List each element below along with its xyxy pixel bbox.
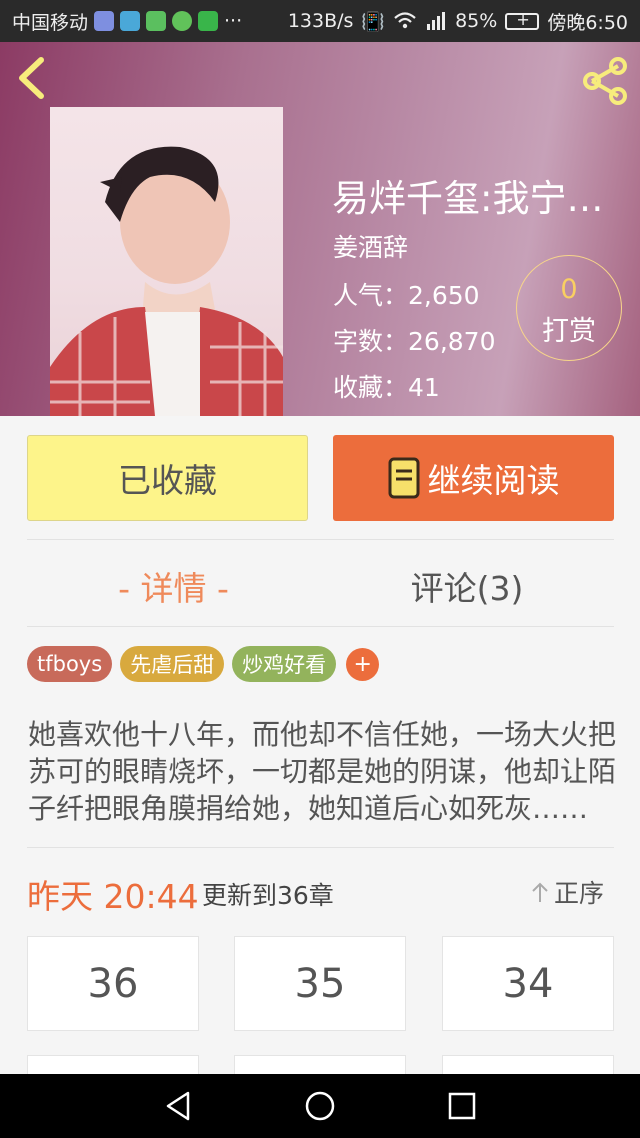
signal-icon [427, 12, 446, 30]
book-icon [388, 457, 419, 499]
wifi-icon [394, 12, 416, 29]
vibrate-icon: 📳 [361, 10, 386, 33]
book-cover[interactable] [50, 107, 283, 416]
arrow-up-icon [532, 882, 548, 902]
book-title: 易烊千玺:我宁愿你从未出现 [332, 177, 632, 220]
favorites-stat: 收藏：41 [333, 368, 440, 404]
word-count-stat: 字数：26,870 [333, 322, 496, 358]
book-author[interactable]: 姜酒辞 [333, 228, 408, 264]
music-app-icon [94, 11, 115, 31]
play-app-icon [146, 11, 167, 31]
reward-button[interactable]: 0 打赏 [516, 255, 622, 361]
system-nav-bar [0, 1074, 640, 1138]
tag-item[interactable]: 炒鸡好看 [232, 646, 337, 682]
cover-illustration [50, 146, 283, 416]
photo-app-icon [120, 11, 141, 31]
word-count-label: 字数： [333, 327, 409, 356]
word-count-value: 26,870 [408, 327, 496, 356]
triangle-back-icon[interactable] [160, 1088, 196, 1124]
chapter-item[interactable]: 34 [442, 936, 614, 1031]
tab-comments[interactable]: 评论(3) [320, 548, 614, 624]
battery-percent: 85% [455, 10, 498, 32]
tag-item[interactable]: tfboys [27, 646, 113, 682]
battery-icon [505, 10, 540, 30]
divider [27, 539, 614, 540]
popularity-stat: 人气：2,650 [333, 276, 480, 312]
tab-detail[interactable]: - 详情 - [27, 548, 320, 624]
back-arrow-icon[interactable] [14, 56, 50, 100]
continue-reading-label: 继续阅读 [427, 461, 560, 500]
reward-count: 0 [560, 274, 578, 305]
popularity-value: 2,650 [408, 281, 480, 310]
divider [27, 847, 614, 848]
tag-item[interactable]: 先虐后甜 [120, 646, 225, 682]
more-notifications: ··· [224, 10, 243, 32]
square-recent-icon[interactable] [444, 1088, 480, 1124]
carrier-label: 中国移动 [12, 11, 89, 34]
book-header: 易烊千玺:我宁愿你从未出现 姜酒辞 人气：2,650 字数：26,870 收藏：… [0, 42, 640, 416]
update-status: 更新到36章 [202, 881, 334, 910]
continue-reading-button[interactable]: 继续阅读 [333, 435, 614, 521]
collected-button[interactable]: 已收藏 [27, 435, 308, 521]
chapter-item[interactable]: 35 [234, 936, 406, 1031]
sort-order-button[interactable]: 正序 [530, 874, 604, 910]
tab-detail-label: - 详情 - [118, 569, 229, 608]
update-time: 昨天 20:44 [27, 877, 199, 916]
iqiyi-icon [198, 11, 219, 31]
add-tag-button[interactable]: + [346, 648, 380, 681]
circle-home-icon[interactable] [302, 1088, 338, 1124]
status-bar-right: 133B/s 📳 85% 傍晚6:50 [288, 8, 628, 35]
clock: 傍晚6:50 [547, 11, 628, 34]
favorites-value: 41 [408, 373, 440, 402]
book-synopsis[interactable]: 她喜欢他十八年，而他却不信任她，一场大火把苏可的眼睛烧坏，一切都是她的阴谋，他却… [28, 716, 616, 827]
collected-label: 已收藏 [118, 461, 217, 500]
net-speed: 133B/s [287, 10, 354, 32]
tag-list: tfboys 先虐后甜 炒鸡好看 + [27, 646, 380, 682]
divider [27, 626, 614, 627]
share-icon[interactable] [580, 56, 630, 106]
tab-comments-label: 评论(3) [410, 569, 524, 608]
chapter-item[interactable]: 36 [27, 936, 199, 1031]
popularity-label: 人气： [333, 281, 409, 310]
status-bar: 中国移动 ··· 133B/s 📳 85% 傍晚6:50 [0, 0, 640, 42]
favorites-label: 收藏： [333, 373, 409, 402]
status-bar-left: 中国移动 ··· [12, 8, 242, 35]
sort-order-label: 正序 [554, 879, 605, 908]
wechat-icon [172, 11, 193, 31]
reward-label: 打赏 [542, 316, 596, 347]
